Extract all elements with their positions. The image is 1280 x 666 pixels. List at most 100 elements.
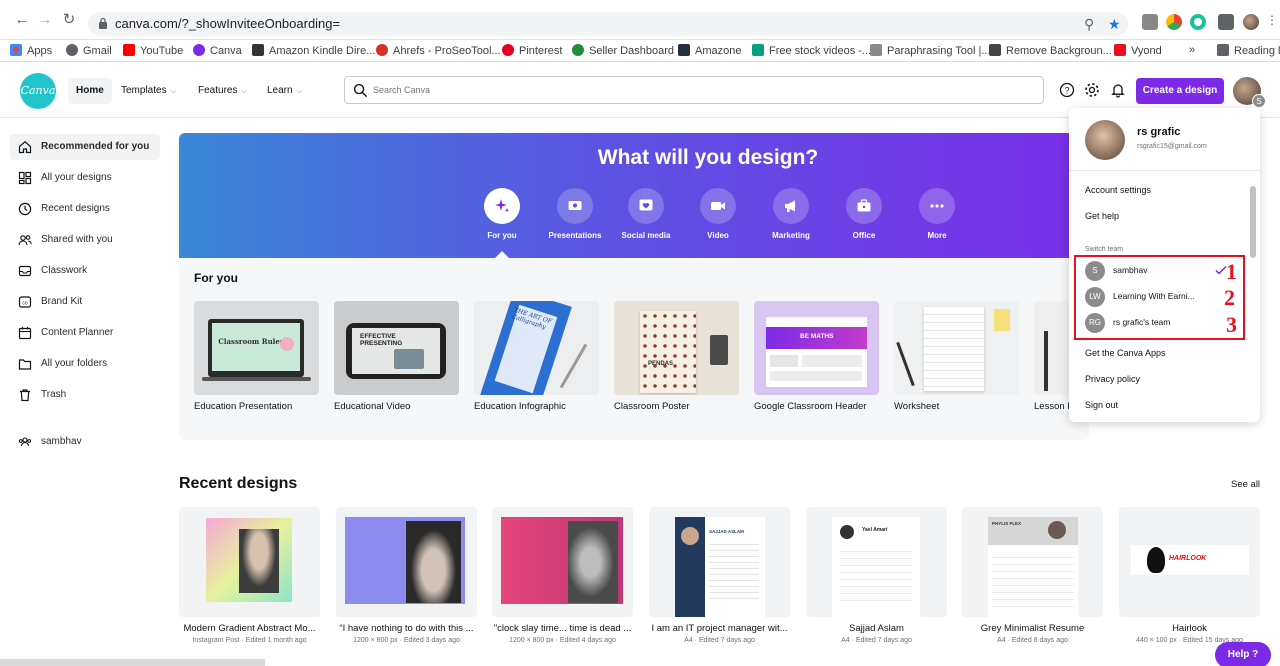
- amazon-icon: [678, 44, 690, 56]
- bookmark-youtube[interactable]: YouTube: [123, 44, 183, 57]
- forward-arrow-icon[interactable]: →: [37, 12, 53, 28]
- bookmark-remove-background[interactable]: Remove Backgroun...: [989, 44, 1112, 57]
- recent-design-card[interactable]: SAJJAD ASLAM I am an IT project manager …: [649, 507, 790, 644]
- bookmarks-bar: Apps Gmail YouTube Canva Amazon Kindle D…: [0, 40, 1280, 62]
- bookmark-apps[interactable]: Apps: [10, 44, 52, 57]
- bookmark-pinterest[interactable]: Pinterest: [502, 44, 562, 57]
- menu-divider: [1069, 170, 1260, 171]
- get-apps-link[interactable]: Get the Canva Apps: [1085, 348, 1166, 358]
- template-card[interactable]: THE ART OF Calligraphy Education Infogra…: [474, 301, 599, 412]
- template-card[interactable]: Worksheet: [894, 301, 1019, 412]
- bookmark-seller-dashboard[interactable]: Seller Dashboard: [572, 44, 674, 57]
- recent-design-card[interactable]: Yael Amari Sajjad Aslam A4 · Edited 7 da…: [806, 507, 947, 644]
- svg-text:?: ?: [1064, 86, 1069, 96]
- create-design-button[interactable]: Create a design: [1136, 78, 1224, 104]
- sidebar-item-trash[interactable]: Trash: [10, 382, 160, 408]
- thumb-text: Classroom Rules: [218, 337, 284, 346]
- lock-icon: [99, 17, 107, 29]
- nav-templates[interactable]: Templates ⌵: [113, 78, 184, 104]
- nav-home[interactable]: Home: [68, 78, 112, 104]
- extension-shirt-icon[interactable]: [1142, 14, 1158, 30]
- category-video[interactable]: Video: [683, 188, 753, 240]
- chevron-down-icon: ⌵: [296, 88, 302, 95]
- bookmark-ahrefs[interactable]: Ahrefs - ProSeoTool...: [376, 44, 501, 57]
- sidebar-item-all-designs[interactable]: All your designs: [10, 165, 160, 191]
- horizontal-scrollbar[interactable]: [0, 659, 265, 666]
- nav-learn[interactable]: Learn ⌵: [259, 78, 310, 104]
- template-card[interactable]: EFFECTIVE PRESENTING Educational Video: [334, 301, 459, 412]
- template-card[interactable]: Classroom Rules Education Presentation: [194, 301, 319, 412]
- sidebar-item-brand-kit[interactable]: co Brand Kit: [10, 289, 160, 315]
- category-office[interactable]: Office: [829, 188, 899, 240]
- puzzle-icon[interactable]: [1218, 14, 1234, 30]
- sidebar-item-folders[interactable]: All your folders: [10, 351, 160, 377]
- sidebar-item-label: Trash: [41, 389, 67, 400]
- category-more[interactable]: More: [902, 188, 972, 240]
- help-circle-icon[interactable]: ?: [1059, 82, 1075, 98]
- template-thumbnail: PENDAS: [614, 301, 739, 395]
- bookmark-amazone[interactable]: Amazone: [678, 44, 741, 57]
- sidebar-item-content-planner[interactable]: Content Planner: [10, 320, 160, 346]
- star-icon[interactable]: ★: [1108, 16, 1121, 33]
- scrollbar-thumb[interactable]: [1250, 186, 1256, 258]
- bookmark-canva[interactable]: Canva: [193, 44, 242, 57]
- reload-icon[interactable]: ↻: [61, 12, 77, 28]
- brand-icon: co: [18, 296, 32, 308]
- bookmark-vyond[interactable]: Vyond: [1114, 44, 1162, 57]
- recent-design-thumbnail: [179, 507, 320, 617]
- reading-list[interactable]: Reading lis: [1217, 44, 1280, 57]
- sidebar-item-recent[interactable]: Recent designs: [10, 196, 160, 222]
- privacy-policy-link[interactable]: Privacy policy: [1085, 374, 1140, 384]
- bookmarks-overflow[interactable]: »: [1189, 44, 1195, 56]
- account-settings-link[interactable]: Account settings: [1085, 185, 1151, 195]
- sidebar-item-recommended[interactable]: Recommended for you: [10, 134, 160, 160]
- zoom-icon[interactable]: ⚲: [1084, 16, 1094, 33]
- recent-design-card[interactable]: "clock slay time... time is dead ... 120…: [492, 507, 633, 644]
- sidebar-item-team[interactable]: sambhav: [10, 429, 160, 455]
- template-card[interactable]: PENDAS Classroom Poster: [614, 301, 739, 412]
- help-button[interactable]: Help ?: [1215, 642, 1271, 666]
- address-bar[interactable]: canva.com/?_showInviteeOnboarding= ⚲ ★: [88, 12, 1128, 36]
- get-help-link[interactable]: Get help: [1085, 211, 1119, 221]
- recent-design-card[interactable]: PHYLIS FLEX Grey Minimalist Resume A4 · …: [962, 507, 1103, 644]
- extension-color-icon[interactable]: [1166, 14, 1182, 30]
- sidebar-item-label: Recent designs: [41, 203, 110, 214]
- canva-logo[interactable]: Canva: [20, 73, 56, 109]
- recent-design-meta: Instagram Post · Edited 1 month ago: [192, 637, 307, 644]
- recent-design-meta: 1200 × 800 px · Edited 3 days ago: [353, 637, 460, 644]
- template-card[interactable]: BE MATHS Google Classroom Header: [754, 301, 879, 412]
- svg-text:co: co: [22, 301, 28, 307]
- recent-design-card[interactable]: “I have nothing to do with this ... 1200…: [336, 507, 477, 644]
- bookmark-gmail[interactable]: Gmail: [66, 44, 112, 57]
- sign-out-link[interactable]: Sign out: [1085, 400, 1118, 410]
- bookmark-kindle[interactable]: Amazon Kindle Dire...: [252, 44, 375, 57]
- category-marketing[interactable]: Marketing: [756, 188, 826, 240]
- sidebar-item-shared[interactable]: Shared with you: [10, 227, 160, 253]
- category-social-media[interactable]: Social media: [611, 188, 681, 240]
- pinterest-p-icon: [376, 44, 388, 56]
- menu-scrollbar[interactable]: [1249, 178, 1257, 328]
- category-presentations[interactable]: Presentations: [540, 188, 610, 240]
- briefcase-icon: [846, 188, 882, 224]
- search-bar[interactable]: [344, 76, 1044, 104]
- bookmark-paraphrasing[interactable]: Paraphrasing Tool |...: [870, 44, 991, 57]
- bell-icon[interactable]: [1110, 82, 1126, 98]
- sidebar-item-classwork[interactable]: Classwork: [10, 258, 160, 284]
- template-thumbnail: THE ART OF Calligraphy: [474, 301, 599, 395]
- account-avatar[interactable]: S: [1233, 77, 1266, 108]
- thumb-text: Yael Amari: [862, 527, 888, 533]
- menu-dots-icon[interactable]: ⋮: [1264, 12, 1280, 28]
- nav-features[interactable]: Features ⌵: [190, 78, 255, 104]
- settings-gear-icon[interactable]: [1084, 82, 1100, 98]
- bookmark-free-stock-videos[interactable]: Free stock videos -...: [752, 44, 871, 57]
- template-label: Educational Video: [334, 401, 411, 412]
- category-for-you[interactable]: For you: [467, 188, 537, 240]
- back-arrow-icon[interactable]: ←: [14, 12, 30, 28]
- recent-design-thumbnail: Yael Amari: [806, 507, 947, 617]
- profile-icon[interactable]: [1243, 14, 1259, 30]
- see-all-link[interactable]: See all: [1231, 479, 1260, 490]
- sidebar-item-label: Brand Kit: [41, 296, 83, 307]
- recent-design-card[interactable]: Modern Gradient Abstract Mo... Instagram…: [179, 507, 320, 644]
- recent-design-card[interactable]: HAIRLOOK Hairlook 440 × 100 px · Edited …: [1119, 507, 1260, 644]
- search-input[interactable]: [373, 81, 973, 99]
